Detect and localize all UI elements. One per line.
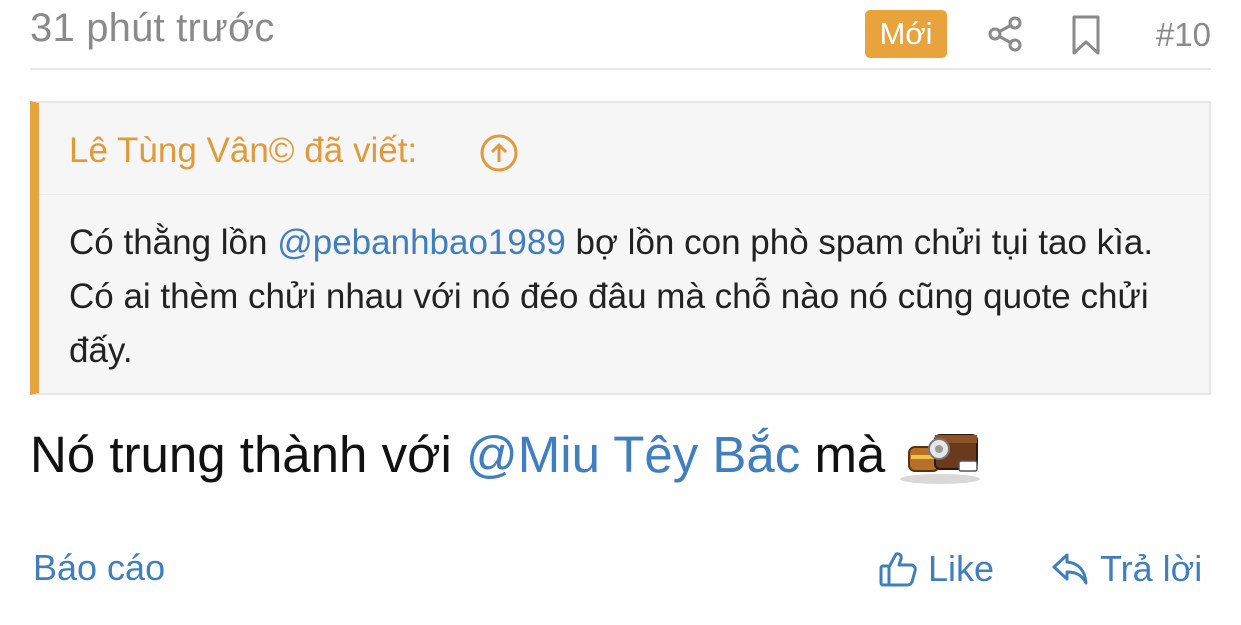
post-mention-link[interactable]: @Miu Têy Bắc xyxy=(466,426,800,483)
reply-button[interactable]: Trả lời xyxy=(1050,545,1202,593)
post-meta-row: 31 phút trước Mới #10 xyxy=(30,0,1211,70)
post-timestamp[interactable]: 31 phút trước xyxy=(30,6,275,51)
like-label: Like xyxy=(928,548,995,589)
share-icon[interactable] xyxy=(985,14,1025,54)
reply-arrow-icon xyxy=(1052,553,1088,585)
quote-text: Có thằng lồn @pebanhbao1989 bợ lồn con p… xyxy=(69,216,1179,378)
post-text-before: Nó trung thành với xyxy=(30,426,467,483)
report-link[interactable]: Báo cáo xyxy=(33,547,165,589)
reply-label: Trả lời xyxy=(1100,548,1203,589)
quote-text-before: Có thằng lồn xyxy=(69,223,278,262)
post-message: Nó trung thành với @Miu Têy Bắc mà xyxy=(30,425,985,489)
post-number[interactable]: #10 xyxy=(1156,16,1211,54)
thumbs-up-icon xyxy=(879,552,917,587)
quote-block: Lê Tùng Vân© đã viết: Có thằng lồn @peba… xyxy=(30,101,1211,395)
like-button[interactable]: Like xyxy=(878,545,994,593)
post-text-after: mà xyxy=(800,426,886,483)
quote-mention-link[interactable]: @pebanhbao1989 xyxy=(277,223,566,262)
treasure-emoji-icon xyxy=(900,433,981,484)
new-badge: Mới xyxy=(865,10,947,58)
quote-author[interactable]: Lê Tùng Vân© đã viết: xyxy=(69,131,417,171)
bookmark-icon[interactable] xyxy=(1068,14,1104,56)
arrow-up-circle-icon[interactable] xyxy=(479,133,519,173)
quote-header: Lê Tùng Vân© đã viết: xyxy=(39,103,1209,195)
